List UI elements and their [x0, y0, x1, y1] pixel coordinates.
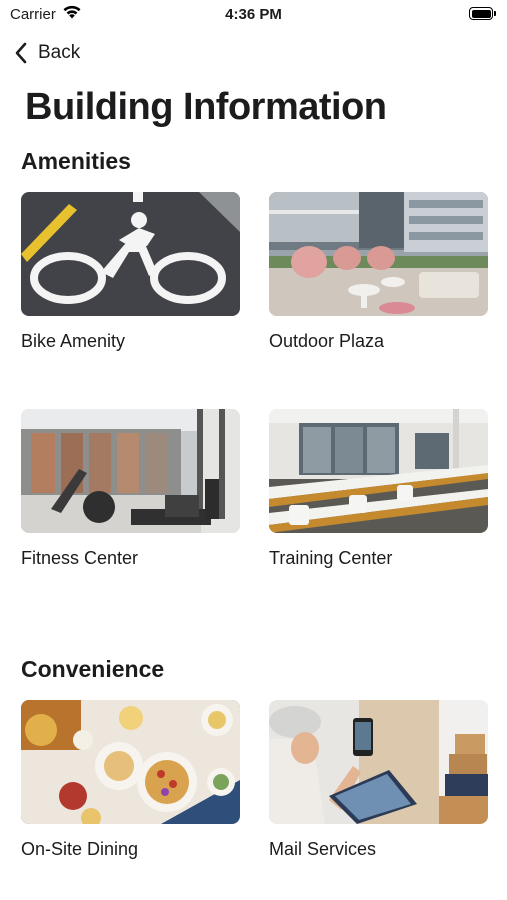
card-fitness-center[interactable]: Fitness Center: [21, 409, 240, 569]
card-label: Training Center: [269, 548, 393, 568]
section-title-convenience: Convenience: [21, 656, 165, 682]
outdoor-plaza-image: [269, 192, 488, 316]
card-bike-amenity[interactable]: Bike Amenity: [21, 192, 240, 352]
card-training-center[interactable]: Training Center: [269, 409, 488, 569]
card-label: Mail Services: [269, 839, 377, 859]
battery-icon: [469, 7, 497, 20]
dining-image: [21, 700, 240, 824]
page-title: Building Information: [25, 86, 387, 128]
card-label: Outdoor Plaza: [269, 331, 385, 351]
clock: 4:36 PM: [225, 6, 282, 23]
card-label: Fitness Center: [21, 548, 139, 568]
training-center-image: [269, 409, 488, 533]
bike-lane-image: [21, 192, 240, 316]
status-bar: Carrier 4:36 PM: [0, 0, 507, 30]
card-label: On-Site Dining: [21, 839, 139, 859]
back-button[interactable]: Back: [14, 38, 80, 68]
card-on-site-dining[interactable]: On-Site Dining: [21, 700, 240, 860]
fitness-center-image: [21, 409, 240, 533]
mail-services-image: [269, 700, 488, 824]
chevron-left-icon: [15, 42, 27, 64]
card-label: Bike Amenity: [21, 331, 126, 351]
section-title-amenities: Amenities: [21, 148, 131, 174]
card-outdoor-plaza[interactable]: Outdoor Plaza: [269, 192, 488, 352]
back-label: Back: [38, 42, 81, 63]
card-mail-services[interactable]: Mail Services: [269, 700, 488, 860]
